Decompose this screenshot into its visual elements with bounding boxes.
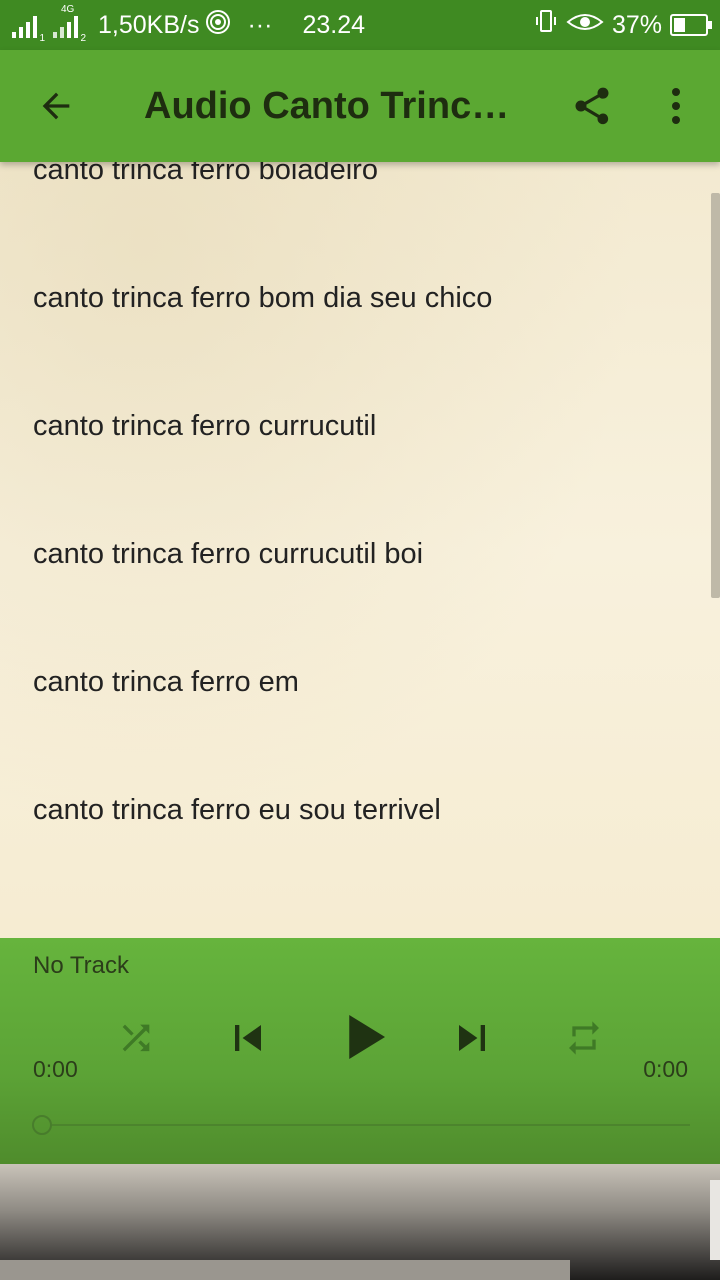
play-button[interactable] — [330, 1004, 396, 1070]
list-item[interactable]: canto trinca ferro currucutil — [33, 410, 376, 443]
status-bar: 1 4G 2 1,50KB/s ··· 23.24 37% — [0, 0, 720, 50]
list-item[interactable]: canto trinca ferro eu sou terrivel — [33, 794, 441, 827]
list-item[interactable]: canto trinca ferro em — [33, 666, 299, 699]
next-button[interactable] — [446, 1010, 498, 1066]
signal-icon-sim2: 4G 2 — [53, 4, 86, 44]
elapsed-time: 0:00 — [33, 1056, 78, 1082]
sim1-label: 1 — [39, 33, 45, 44]
more-notifications: ··· — [247, 10, 273, 39]
previous-button[interactable] — [222, 1010, 274, 1066]
shuffle-icon — [122, 1024, 150, 1052]
track-name: No Track — [33, 952, 130, 979]
seek-track — [52, 1124, 690, 1126]
list-scrollbar[interactable] — [711, 193, 720, 598]
list-item[interactable]: canto trinca ferro boiadeiro — [33, 162, 378, 187]
back-button[interactable] — [0, 50, 112, 162]
eye-comfort-icon — [566, 10, 604, 41]
share-button[interactable] — [560, 74, 624, 138]
seek-bar[interactable] — [30, 1114, 690, 1136]
clock: 23.24 — [302, 10, 365, 39]
shuffle-button[interactable] — [112, 1014, 160, 1062]
hotspot-icon — [205, 9, 231, 42]
network-speed: 1,50KB/s — [98, 10, 200, 39]
signal-icon-sim1: 1 — [12, 12, 45, 44]
ad-banner[interactable] — [0, 1164, 720, 1280]
battery-percent: 37% — [611, 10, 662, 39]
network-type-label: 4G — [61, 4, 75, 15]
audio-player: No Track 0:00 0:00 — [0, 938, 720, 1164]
list-item[interactable]: canto trinca ferro currucutil boi — [33, 538, 423, 571]
arrow-left-icon — [42, 92, 70, 120]
share-icon — [575, 87, 609, 125]
play-icon — [349, 1015, 385, 1059]
sim2-label: 2 — [80, 33, 86, 44]
overflow-menu-button[interactable] — [650, 74, 702, 138]
repeat-icon — [569, 1021, 599, 1055]
banner-edge — [710, 1180, 720, 1260]
vibrate-icon — [534, 9, 558, 42]
skip-previous-icon — [235, 1025, 261, 1051]
banner-bar — [0, 1260, 570, 1280]
battery-icon — [670, 14, 712, 36]
more-vert-icon — [672, 88, 680, 124]
app-bar: Audio Canto Trinca Ferro — [0, 50, 720, 162]
page-title: Audio Canto Trinca Ferro — [144, 84, 524, 127]
list-item[interactable]: canto trinca ferro bom dia seu chico — [33, 282, 492, 315]
total-duration: 0:00 — [643, 1056, 688, 1082]
audio-list[interactable]: canto trinca ferro boiadeiro canto trinc… — [0, 162, 720, 938]
skip-next-icon — [459, 1025, 485, 1051]
repeat-button[interactable] — [560, 1014, 608, 1062]
seek-thumb[interactable] — [32, 1115, 52, 1135]
